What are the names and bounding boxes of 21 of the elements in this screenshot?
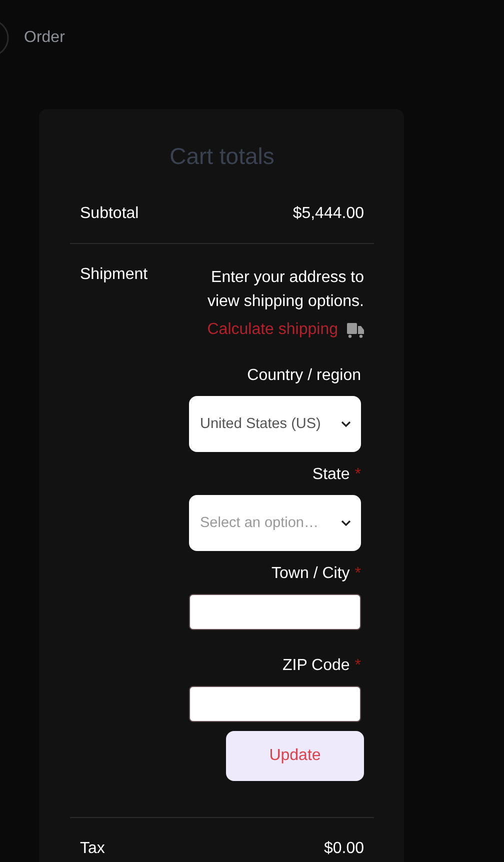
update-button[interactable]: Update	[226, 731, 364, 781]
field-label: ZIP Code *	[282, 657, 361, 675]
row-label: Shipment	[80, 266, 148, 285]
row-value: $5,444.00	[292, 205, 364, 223]
row-label: Tax	[80, 840, 105, 858]
input-field[interactable]	[189, 594, 361, 630]
chevron-down-icon	[341, 520, 351, 526]
row-label: Subtotal	[80, 205, 139, 223]
field-label: Country / region	[247, 367, 361, 385]
field-label: Town / City *	[272, 565, 361, 583]
chevron-down-icon	[341, 421, 351, 427]
calculate-shipping-link[interactable]: Calculate shipping	[207, 321, 338, 339]
truck-icon	[347, 322, 364, 338]
card-title: Cart totals	[168, 143, 276, 170]
field-label: State *	[312, 466, 361, 484]
row-value: $0.00	[324, 840, 364, 858]
shipping-note: Enter your address to view shipping options.	[206, 268, 364, 312]
dropdown-field[interactable]: United States (US)	[189, 396, 361, 452]
dropdown-field[interactable]: Select an option…	[189, 495, 361, 551]
breadcrumb-item[interactable]: Order	[24, 29, 65, 47]
input-field[interactable]	[189, 686, 361, 722]
